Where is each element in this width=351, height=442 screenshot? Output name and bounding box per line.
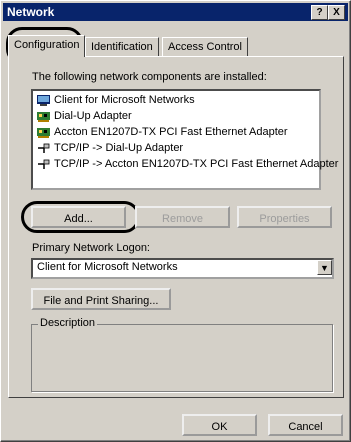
list-item[interactable]: TCP/IP -> Dial-Up Adapter [37, 140, 183, 156]
list-item[interactable]: Dial-Up Adapter [37, 108, 132, 124]
adapter-icon [37, 127, 50, 138]
tab-access-control[interactable]: Access Control [162, 37, 248, 56]
chevron-down-icon[interactable]: ▼ [317, 260, 332, 275]
protocol-icon [37, 159, 50, 170]
list-item[interactable]: TCP/IP -> Accton EN1207D-TX PCI Fast Eth… [37, 156, 338, 172]
network-dialog: Network ? X Configuration Identification… [0, 0, 351, 442]
adapter-icon [37, 111, 50, 122]
ok-button[interactable]: OK [182, 414, 257, 436]
components-caption: The following network components are ins… [32, 71, 267, 83]
description-label: Description [38, 317, 98, 329]
logon-label: Primary Network Logon: [32, 242, 150, 254]
client-icon [37, 94, 50, 106]
list-item[interactable]: Client for Microsoft Networks [37, 92, 195, 108]
properties-button[interactable]: Properties [237, 206, 332, 228]
tab-strip: Configuration Identification Access Cont… [8, 35, 348, 57]
tab-configuration[interactable]: Configuration [8, 35, 86, 57]
item-label: Client for Microsoft Networks [54, 94, 195, 106]
window-title: Network [7, 5, 55, 19]
item-label: Dial-Up Adapter [54, 110, 132, 122]
remove-button[interactable]: Remove [135, 206, 230, 228]
logon-select[interactable]: Client for Microsoft Networks ▼ [31, 258, 334, 279]
help-button[interactable]: ? [311, 5, 328, 20]
tab-identification[interactable]: Identification [85, 37, 159, 56]
close-button[interactable]: X [328, 5, 345, 20]
list-item[interactable]: Accton EN1207D-TX PCI Fast Ethernet Adap… [37, 124, 288, 140]
logon-value: Client for Microsoft Networks [37, 261, 178, 273]
item-label: TCP/IP -> Dial-Up Adapter [54, 142, 184, 154]
item-label: Accton EN1207D-TX PCI Fast Ethernet Adap… [54, 126, 288, 138]
highlight-add-button [21, 201, 140, 233]
components-list[interactable]: Client for Microsoft Networks Dial-Up Ad… [31, 89, 338, 190]
protocol-icon [37, 143, 50, 154]
description-group: Description [31, 317, 333, 392]
item-label: TCP/IP -> Accton EN1207D-TX PCI Fast Eth… [54, 158, 339, 170]
cancel-button[interactable]: Cancel [268, 414, 343, 436]
file-print-sharing-button[interactable]: File and Print Sharing... [31, 288, 171, 310]
title-bar: Network ? X [3, 3, 348, 21]
